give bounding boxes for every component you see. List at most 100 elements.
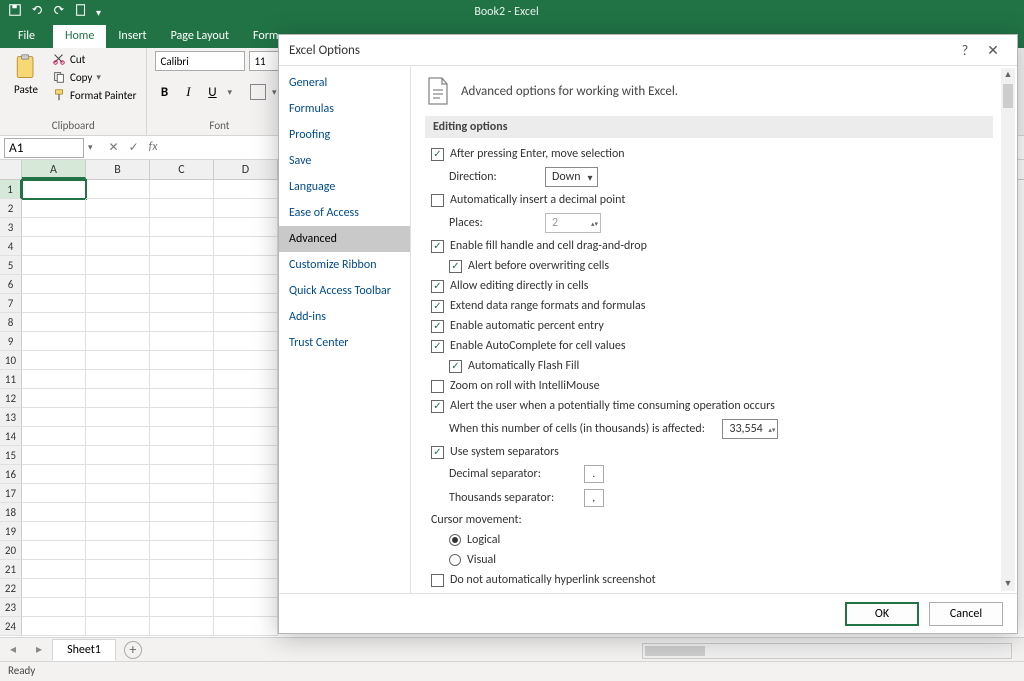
cell[interactable]	[214, 560, 278, 579]
cell[interactable]	[150, 503, 214, 522]
checkbox-auto-decimal[interactable]	[431, 194, 444, 207]
cell[interactable]	[22, 237, 86, 256]
row-header[interactable]: 17	[0, 484, 22, 503]
checkbox-edit-in-cells[interactable]	[431, 280, 444, 293]
cell[interactable]	[214, 237, 278, 256]
cell[interactable]	[86, 503, 150, 522]
cell[interactable]	[22, 503, 86, 522]
fx-icon[interactable]: fx	[149, 140, 158, 155]
cell[interactable]	[22, 256, 86, 275]
bold-button[interactable]: B	[155, 83, 173, 101]
cell[interactable]	[150, 427, 214, 446]
copy-button[interactable]: Copy ▾	[50, 69, 138, 85]
cell[interactable]	[214, 275, 278, 294]
col-header-a[interactable]: A	[22, 160, 86, 179]
cell[interactable]	[214, 199, 278, 218]
cancel-formula-icon[interactable]: ✕	[109, 140, 119, 155]
enter-formula-icon[interactable]: ✓	[129, 140, 139, 155]
dialog-nav-general[interactable]: General	[279, 70, 410, 96]
dialog-nav-proofing[interactable]: Proofing	[279, 122, 410, 148]
checkbox-system-separators[interactable]	[431, 446, 444, 459]
cell[interactable]	[86, 294, 150, 313]
row-header[interactable]: 10	[0, 351, 22, 370]
cell[interactable]	[86, 541, 150, 560]
sheet-nav-next-icon[interactable]: ▸	[26, 642, 52, 657]
dialog-vertical-scrollbar[interactable]: ▲ ▼	[1001, 68, 1015, 591]
tab-insert[interactable]: Insert	[106, 25, 158, 48]
checkbox-fill-handle[interactable]	[431, 240, 444, 253]
cell[interactable]	[150, 560, 214, 579]
cell[interactable]	[22, 218, 86, 237]
row-header[interactable]: 23	[0, 598, 22, 617]
cell[interactable]	[150, 275, 214, 294]
radio-cursor-visual[interactable]	[449, 554, 461, 566]
cell[interactable]	[86, 484, 150, 503]
row-header[interactable]: 15	[0, 446, 22, 465]
cell[interactable]	[150, 313, 214, 332]
cell[interactable]	[86, 408, 150, 427]
cell[interactable]	[86, 332, 150, 351]
cell[interactable]	[22, 484, 86, 503]
cell[interactable]	[22, 313, 86, 332]
cell[interactable]	[86, 446, 150, 465]
cell[interactable]	[150, 465, 214, 484]
row-header[interactable]: 8	[0, 313, 22, 332]
cell[interactable]	[150, 408, 214, 427]
cell[interactable]	[150, 332, 214, 351]
namebox-dropdown-icon[interactable]: ▾	[88, 142, 99, 153]
checkbox-no-auto-hyperlink[interactable]	[431, 574, 444, 587]
cell[interactable]	[214, 294, 278, 313]
new-icon[interactable]	[74, 3, 88, 21]
cell[interactable]	[86, 256, 150, 275]
tab-page-layout[interactable]: Page Layout	[159, 25, 241, 48]
dialog-nav-advanced[interactable]: Advanced	[279, 226, 410, 252]
cell[interactable]	[150, 484, 214, 503]
cell[interactable]	[86, 579, 150, 598]
cell[interactable]	[86, 465, 150, 484]
cell[interactable]	[22, 275, 86, 294]
cell[interactable]	[86, 313, 150, 332]
paste-button[interactable]: Paste	[8, 51, 44, 98]
underline-button[interactable]: U	[203, 83, 221, 101]
tab-file[interactable]: File	[6, 25, 53, 48]
cells-affected-input[interactable]: 33,554	[722, 419, 778, 439]
format-painter-button[interactable]: Format Painter	[50, 87, 138, 103]
row-header[interactable]: 3	[0, 218, 22, 237]
cell[interactable]	[22, 541, 86, 560]
row-header[interactable]: 2	[0, 199, 22, 218]
cell[interactable]	[150, 541, 214, 560]
dialog-nav-formulas[interactable]: Formulas	[279, 96, 410, 122]
cell[interactable]	[214, 256, 278, 275]
cell[interactable]	[22, 370, 86, 389]
horizontal-scrollbar[interactable]	[642, 643, 1012, 659]
dialog-nav-add-ins[interactable]: Add-ins	[279, 304, 410, 330]
cell[interactable]	[214, 484, 278, 503]
dialog-nav-language[interactable]: Language	[279, 174, 410, 200]
cell[interactable]	[86, 598, 150, 617]
col-header-c[interactable]: C	[150, 160, 214, 179]
checkbox-zoom-intellimouse[interactable]	[431, 380, 444, 393]
cell[interactable]	[150, 218, 214, 237]
cell[interactable]	[150, 237, 214, 256]
cell[interactable]	[214, 180, 278, 199]
cell[interactable]	[22, 598, 86, 617]
cell[interactable]	[214, 370, 278, 389]
cell[interactable]	[150, 446, 214, 465]
cell[interactable]	[22, 180, 86, 199]
cell[interactable]	[214, 598, 278, 617]
select-all-corner[interactable]	[0, 160, 22, 179]
row-header[interactable]: 13	[0, 408, 22, 427]
cell[interactable]	[22, 199, 86, 218]
dialog-nav-customize-ribbon[interactable]: Customize Ribbon	[279, 252, 410, 278]
cell[interactable]	[150, 294, 214, 313]
cell[interactable]	[86, 560, 150, 579]
row-header[interactable]: 7	[0, 294, 22, 313]
checkbox-alert-time-consuming[interactable]	[431, 400, 444, 413]
cell[interactable]	[22, 389, 86, 408]
cell[interactable]	[214, 617, 278, 636]
checkbox-after-enter[interactable]	[431, 148, 444, 161]
cell[interactable]	[86, 218, 150, 237]
tab-home[interactable]: Home	[53, 25, 106, 48]
cell[interactable]	[22, 465, 86, 484]
italic-button[interactable]: I	[179, 83, 197, 101]
